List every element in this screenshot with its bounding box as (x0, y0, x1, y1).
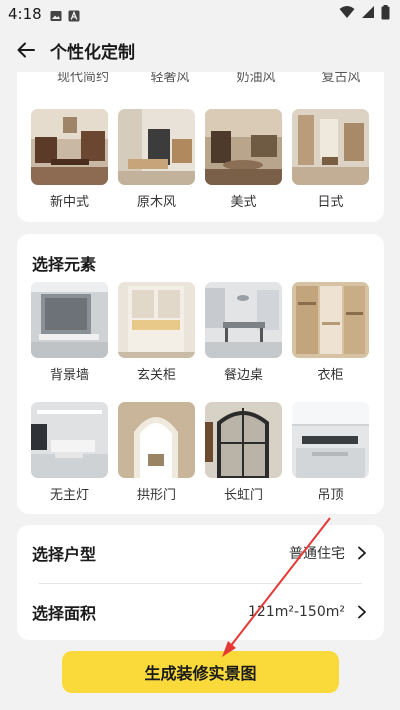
options-card: 选择户型 普通住宅 选择面积 121m²-150m² (17, 525, 384, 640)
style-grid: 新中式 原木风 美式 日式 (31, 109, 369, 210)
partial-style-labels: 现代简约 轻奢风 奶油风 复古风 (17, 72, 384, 86)
area-row[interactable]: 选择面积 121m²-150m² (32, 584, 369, 640)
house-type-label: 选择户型 (32, 545, 97, 564)
element-grid-row-1: 背景墙 玄关柜 餐边桌 衣柜 (31, 282, 369, 383)
element-item[interactable]: 背景墙 (31, 282, 108, 383)
style-item[interactable]: 原木风 (118, 109, 195, 210)
style-label-partial[interactable]: 奶油风 (236, 72, 275, 85)
style-card: 现代简约 轻奢风 奶油风 复古风 新中式 原木风 美式 日式 (17, 72, 384, 222)
style-label: 日式 (317, 195, 344, 210)
style-label-partial[interactable]: 现代简约 (57, 72, 109, 85)
style-thumbnail (205, 109, 282, 185)
wifi-icon (339, 5, 355, 23)
style-thumbnail (292, 109, 369, 185)
arrow-left-icon (17, 42, 35, 58)
element-item[interactable]: 玄关柜 (118, 282, 195, 383)
element-item[interactable]: 吊顶 (292, 402, 369, 503)
element-item[interactable]: 长虹门 (205, 402, 282, 503)
element-label: 拱形门 (136, 488, 176, 503)
chevron-right-icon (355, 546, 369, 560)
house-type-value: 普通住宅 (289, 546, 345, 562)
element-label: 无主灯 (49, 488, 89, 503)
section-title-elements: 选择元素 (32, 255, 97, 274)
element-thumbnail (292, 402, 369, 478)
element-item[interactable]: 无主灯 (31, 402, 108, 503)
back-button[interactable] (12, 36, 40, 64)
area-value: 121m²-150m² (248, 604, 345, 620)
element-thumbnail (292, 282, 369, 358)
signal-icon (361, 5, 375, 23)
element-thumbnail (31, 402, 108, 478)
element-thumbnail (205, 282, 282, 358)
element-item[interactable]: 餐边桌 (205, 282, 282, 383)
element-label: 餐边桌 (223, 368, 263, 383)
style-item[interactable]: 日式 (292, 109, 369, 210)
element-thumbnail (118, 402, 195, 478)
style-label-partial[interactable]: 轻奢风 (150, 72, 189, 85)
image-notification-icon (50, 8, 62, 21)
style-item[interactable]: 美式 (205, 109, 282, 210)
element-thumbnail (205, 402, 282, 478)
element-label: 背景墙 (49, 368, 89, 383)
app-header: 个性化定制 (0, 28, 400, 72)
status-bar: 4:18 (0, 0, 400, 28)
element-item[interactable]: 衣柜 (292, 282, 369, 383)
generate-render-button[interactable]: 生成装修实景图 (62, 651, 339, 693)
battery-icon (381, 4, 390, 24)
style-label: 原木风 (136, 195, 176, 210)
area-label: 选择面积 (32, 604, 97, 623)
app-notification-icon (68, 8, 80, 22)
element-label: 玄关柜 (136, 368, 176, 383)
element-label: 衣柜 (317, 368, 344, 383)
house-type-row[interactable]: 选择户型 普通住宅 (32, 525, 369, 581)
element-label: 长虹门 (223, 488, 263, 503)
element-grid-row-2: 无主灯 拱形门 长虹门 吊顶 (31, 402, 369, 503)
style-item[interactable]: 新中式 (31, 109, 108, 210)
element-thumbnail (118, 282, 195, 358)
style-label: 新中式 (49, 195, 89, 210)
style-label-partial[interactable]: 复古风 (321, 72, 360, 85)
style-thumbnail (31, 109, 108, 185)
status-time: 4:18 (8, 5, 42, 23)
element-thumbnail (31, 282, 108, 358)
element-item[interactable]: 拱形门 (118, 402, 195, 503)
element-card: 选择元素 背景墙 玄关柜 餐边桌 衣柜 无主灯 拱形门 长虹门 吊顶 (17, 234, 384, 514)
page-title: 个性化定制 (50, 42, 135, 63)
element-label: 吊顶 (317, 488, 344, 503)
style-label: 美式 (230, 195, 257, 210)
style-thumbnail (118, 109, 195, 185)
chevron-right-icon (355, 605, 369, 619)
